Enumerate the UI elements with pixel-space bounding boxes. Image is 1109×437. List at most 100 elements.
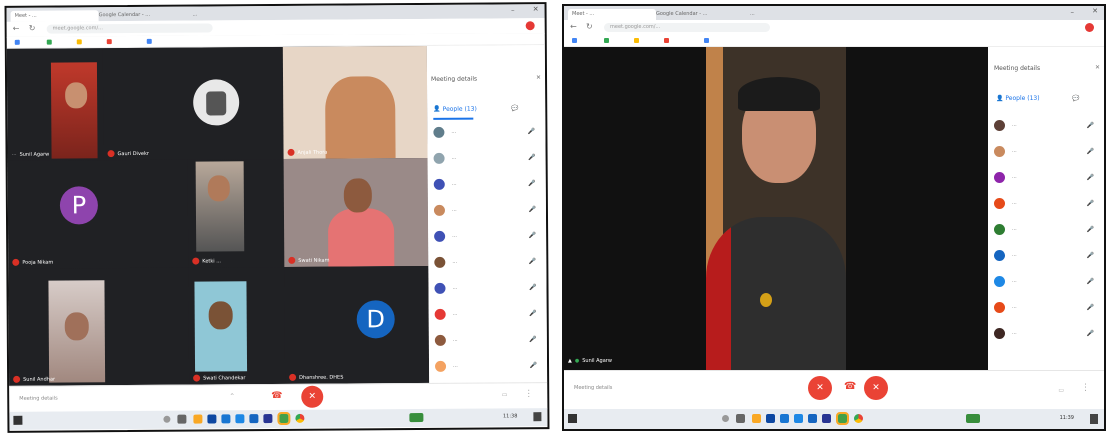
participant-tile[interactable]: Gauri Divekr: [102, 46, 284, 161]
camera-off-button[interactable]: ✕: [301, 385, 324, 408]
main-speaker-video[interactable]: ▲ ● Sunil Agarw: [564, 47, 988, 370]
mic-off-button[interactable]: ✕: [808, 376, 832, 400]
participant-row[interactable]: ... 🎤: [428, 197, 546, 224]
system-tray-icon[interactable]: [409, 412, 424, 423]
close-window-icon[interactable]: ✕: [1092, 7, 1098, 15]
participant-tile[interactable]: Swati Nikam: [283, 157, 429, 267]
more-options-icon[interactable]: ⋮: [524, 389, 533, 399]
mail-icon[interactable]: [221, 414, 231, 424]
browser-tab-meet[interactable]: Meet - ...: [568, 9, 656, 20]
tab-people[interactable]: 👤 People (13): [996, 95, 1040, 102]
bookmark-icon[interactable]: [704, 38, 709, 43]
hangup-icon[interactable]: ☎: [844, 381, 856, 392]
browser-tab-other[interactable]: ...: [189, 9, 267, 21]
bookmark-icon[interactable]: [634, 38, 639, 43]
bookmark-icon[interactable]: [76, 39, 82, 45]
back-icon[interactable]: ←: [570, 22, 577, 31]
participant-tile[interactable]: Swati Chandekar: [188, 266, 286, 385]
bookmark-icon[interactable]: [664, 38, 669, 43]
meet-icon[interactable]: [836, 412, 849, 425]
participant-tile[interactable]: Anjali Thora: [282, 45, 428, 159]
reload-icon[interactable]: ↻: [586, 22, 593, 31]
browser-tab-other[interactable]: ...: [746, 9, 824, 20]
bookmark-icon[interactable]: [14, 39, 20, 45]
meeting-details-link[interactable]: Meeting details: [574, 385, 612, 391]
profile-icon[interactable]: [525, 21, 535, 31]
participant-row[interactable]: ... 🎤: [428, 275, 546, 302]
chevron-up-icon[interactable]: ⌃: [229, 392, 235, 400]
more-options-icon[interactable]: ⋮: [1081, 383, 1090, 393]
meeting-details-link[interactable]: Meeting details: [19, 396, 57, 402]
participant-tile[interactable]: D Dhanshree. DHES: [284, 265, 430, 384]
bookmark-icon[interactable]: [146, 38, 152, 44]
participant-row[interactable]: ... 🎤: [988, 139, 1104, 165]
participant-row[interactable]: ... 🎤: [988, 113, 1104, 139]
participant-row[interactable]: ... 🎤: [428, 145, 546, 172]
participant-row[interactable]: ... 🎤: [428, 249, 546, 276]
close-panel-icon[interactable]: ✕: [536, 74, 541, 81]
task-view-icon[interactable]: [736, 414, 745, 423]
participant-tile[interactable]: Sunil Andhar: [8, 267, 190, 386]
tab-chat[interactable]: 💬: [1072, 95, 1079, 102]
participant-row[interactable]: ... 🎤: [988, 295, 1104, 321]
participant-row[interactable]: ... 🎤: [988, 269, 1104, 295]
browser-tab-calendar[interactable]: Google Calendar - ...: [652, 9, 750, 20]
system-tray-icon[interactable]: [966, 414, 980, 423]
url-field[interactable]: meet.google.com/...: [46, 23, 213, 34]
url-field[interactable]: meet.google.com/...: [604, 23, 770, 32]
participant-row[interactable]: ... 🎤: [988, 217, 1104, 243]
mail-icon[interactable]: [780, 414, 789, 423]
participant-tile[interactable]: ⋯ Sunil Agarw: [6, 48, 104, 161]
participant-row[interactable]: ... 🎤: [428, 223, 546, 250]
task-view-icon[interactable]: [177, 414, 187, 424]
present-icon[interactable]: ▭: [1058, 387, 1064, 394]
participant-row[interactable]: ... 🎤: [429, 301, 547, 328]
store-icon[interactable]: [207, 414, 217, 424]
minimize-icon[interactable]: –: [1071, 8, 1075, 16]
meet-icon[interactable]: [277, 411, 291, 426]
participant-row[interactable]: ... 🎤: [429, 353, 547, 380]
participant-row[interactable]: ... 🎤: [988, 191, 1104, 217]
close-window-icon[interactable]: ✕: [533, 5, 539, 13]
close-panel-icon[interactable]: ✕: [1095, 64, 1100, 71]
camera-off-button[interactable]: ✕: [864, 376, 888, 400]
participant-row[interactable]: ... 🎤: [429, 327, 547, 354]
explorer-icon[interactable]: [752, 414, 761, 423]
app-icon[interactable]: [249, 414, 259, 424]
bookmark-icon[interactable]: [604, 38, 609, 43]
notifications-icon[interactable]: [533, 412, 542, 422]
notifications-icon[interactable]: [1090, 414, 1098, 424]
participant-row[interactable]: ... 🎤: [427, 119, 545, 146]
chrome-icon[interactable]: [854, 414, 863, 423]
start-icon[interactable]: [568, 414, 577, 423]
minimize-icon[interactable]: –: [511, 6, 515, 14]
participant-tile[interactable]: Ketki ...: [187, 158, 285, 268]
tab-chat[interactable]: 💬: [511, 105, 519, 112]
start-icon[interactable]: [13, 415, 23, 425]
store-icon[interactable]: [766, 414, 775, 423]
participant-row[interactable]: ... 🎤: [988, 321, 1104, 347]
bookmark-icon[interactable]: [46, 39, 52, 45]
bookmark-icon[interactable]: [106, 39, 112, 45]
participant-row[interactable]: ... 🎤: [428, 171, 546, 198]
tab-people[interactable]: 👤 People (13): [433, 106, 477, 113]
app-icon[interactable]: [794, 414, 803, 423]
hangup-icon[interactable]: ☎: [271, 391, 282, 401]
participant-tile[interactable]: P Pooja Nikam: [7, 159, 189, 269]
word-icon[interactable]: [263, 414, 273, 424]
app-icon[interactable]: [808, 414, 817, 423]
back-icon[interactable]: ←: [13, 24, 20, 33]
reload-icon[interactable]: ↻: [29, 24, 36, 33]
search-taskbar-icon[interactable]: [722, 415, 729, 422]
app-icon[interactable]: [235, 414, 245, 424]
present-icon[interactable]: ▭: [502, 391, 508, 398]
chrome-icon[interactable]: [295, 413, 305, 423]
browser-tab-calendar[interactable]: Google Calendar - ...: [95, 10, 193, 22]
profile-icon[interactable]: [1085, 23, 1094, 32]
participant-row[interactable]: ... 🎤: [988, 165, 1104, 191]
browser-tab-meet[interactable]: Meet - ...: [10, 10, 99, 22]
participant-row[interactable]: ... 🎤: [988, 243, 1104, 269]
bookmark-icon[interactable]: [572, 38, 577, 43]
explorer-icon[interactable]: [193, 414, 203, 424]
word-icon[interactable]: [822, 414, 831, 423]
